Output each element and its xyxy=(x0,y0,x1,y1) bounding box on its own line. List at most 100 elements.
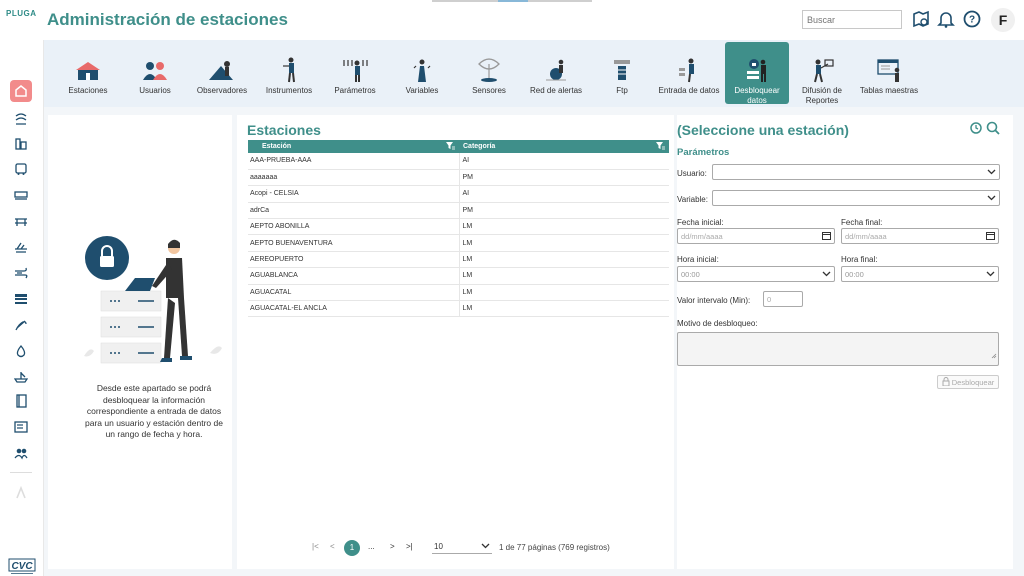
sidebar-item-book[interactable] xyxy=(10,390,32,412)
nav-item-difusion-de-reportes[interactable]: Difusión de Reportes xyxy=(790,42,854,105)
sidebar-item-wind[interactable] xyxy=(10,262,32,284)
variable-label: Variable: xyxy=(677,195,708,204)
top-header: PLUGA Administración de estaciones ? F xyxy=(0,0,1024,40)
sidebar-item-drop[interactable] xyxy=(10,340,32,362)
usuario-select[interactable] xyxy=(712,164,1000,180)
nav-item-desbloquear-datos[interactable]: Desbloquear datos xyxy=(725,42,789,105)
user-avatar[interactable]: F xyxy=(991,8,1015,32)
table-row[interactable]: AGUABLANCA LM xyxy=(248,267,669,285)
nav-item-ftp[interactable]: Ftp xyxy=(590,42,654,104)
calendar-icon[interactable] xyxy=(822,231,831,242)
table-row[interactable]: AGUACATAL-EL ANCLA LM xyxy=(248,300,669,318)
chevron-down-icon xyxy=(987,168,996,177)
table-row[interactable]: adrCa PM xyxy=(248,202,669,220)
sidebar-item-water[interactable] xyxy=(10,108,32,130)
table-row[interactable]: AAA-PRUEBA-AAA AI xyxy=(248,153,669,170)
table-row[interactable]: AEPTO ABONILLA LM xyxy=(248,218,669,236)
water-icon xyxy=(15,113,27,125)
bell-icon[interactable] xyxy=(936,9,956,29)
map-settings-icon[interactable] xyxy=(911,9,931,29)
sidebar-separator xyxy=(10,472,32,473)
nav-item-red-de-alertas[interactable]: Red de alertas xyxy=(524,42,588,104)
sidebar-item-bus[interactable] xyxy=(10,158,32,180)
pagination: |< < 1 ... > >| 10 1 de 77 páginas (769 … xyxy=(310,540,640,556)
sidebar-item-bridge[interactable] xyxy=(10,210,32,232)
table-row[interactable]: AGUACATAL LM xyxy=(248,284,669,302)
nav-item-variables[interactable]: Variables xyxy=(390,42,454,104)
search-icon[interactable] xyxy=(986,121,1000,135)
prev-page-button[interactable]: < xyxy=(330,542,335,551)
lock-icon xyxy=(942,376,950,388)
bridge-icon xyxy=(15,218,27,226)
page-size-value: 10 xyxy=(434,542,443,551)
unlock-button[interactable]: Desbloquear xyxy=(937,375,999,389)
current-page-button[interactable]: 1 xyxy=(344,540,360,556)
column-header-estacion[interactable]: Estación xyxy=(248,140,459,153)
nav-item-sensores[interactable]: Sensores xyxy=(457,42,521,104)
cvc-logo: CVC xyxy=(8,558,36,576)
calendar-icon[interactable] xyxy=(986,231,995,242)
sidebar-item-layers[interactable] xyxy=(10,288,32,310)
resize-handle-icon[interactable] xyxy=(991,346,997,364)
nav-item-usuarios[interactable]: Usuarios xyxy=(123,42,187,104)
sidebar-item-disabled xyxy=(10,482,32,504)
more-pages-button[interactable]: ... xyxy=(368,542,375,551)
stations-title: Estaciones xyxy=(247,122,321,138)
sidebar-item-form[interactable] xyxy=(10,416,32,438)
info-description: Desde este apartado se podrá desbloquear… xyxy=(85,383,223,439)
column-header-categoria[interactable]: Categoría xyxy=(459,140,669,153)
variable-select[interactable] xyxy=(712,190,1000,206)
sidebar-item-home[interactable] xyxy=(10,80,32,102)
last-page-button[interactable]: >| xyxy=(406,542,413,551)
nav-item-label: Red de alertas xyxy=(529,86,583,95)
unlock-button-label: Desbloquear xyxy=(951,377,995,387)
next-page-button[interactable]: > xyxy=(390,542,395,551)
sidebar-item-train[interactable] xyxy=(10,184,32,206)
help-icon[interactable]: ? xyxy=(962,9,982,29)
table-row[interactable]: AEREOPUERTO LM xyxy=(248,251,669,269)
fecha-inicial-input[interactable]: dd/mm/aaaa xyxy=(677,228,835,244)
app: PLUGA Administración de estaciones ? F xyxy=(0,0,1024,576)
cell-station: AGUACATAL xyxy=(248,284,459,302)
hora-inicial-select[interactable]: 00:00 xyxy=(677,266,835,282)
nav-item-label: Estaciones xyxy=(68,86,108,95)
sidebar-item-group[interactable] xyxy=(10,442,32,464)
svg-text:?: ? xyxy=(969,15,975,26)
nav-item-label: Difusión de Reportes xyxy=(801,86,843,105)
cvc-logo-text: CVC xyxy=(11,561,33,572)
intervalo-input[interactable]: 0 xyxy=(763,291,803,307)
sidebar-item-ship[interactable] xyxy=(10,366,32,388)
sidebar-item-plane[interactable] xyxy=(10,236,32,258)
bus-icon xyxy=(15,163,27,175)
table-row[interactable]: Acopi - CELSIA AI xyxy=(248,185,669,203)
ftp-icon xyxy=(590,52,654,84)
cell-station: AGUABLANCA xyxy=(248,267,459,285)
hora-final-select[interactable]: 00:00 xyxy=(841,266,999,282)
nav-item-observadores[interactable]: Observadores xyxy=(190,42,254,104)
filter-icon[interactable] xyxy=(656,142,665,152)
app-logo: PLUGA xyxy=(6,9,37,18)
nav-item-label: Instrumentos xyxy=(265,86,313,95)
table-row[interactable]: AEPTO BUENAVENTURA LM xyxy=(248,234,669,252)
nav-item-estaciones[interactable]: Estaciones xyxy=(56,42,120,104)
page-size-select[interactable]: 10 xyxy=(432,540,492,554)
master-tables-icon xyxy=(857,52,921,84)
nav-item-tablas-maestras[interactable]: Tablas maestras xyxy=(857,42,921,104)
nav-item-instrumentos[interactable]: Instrumentos xyxy=(257,42,321,104)
history-icon[interactable] xyxy=(969,121,983,135)
first-page-button[interactable]: |< xyxy=(312,542,319,551)
cell-station: AEPTO ABONILLA xyxy=(248,218,459,236)
nav-item-parametros[interactable]: Parámetros xyxy=(323,42,387,104)
chevron-down-icon xyxy=(987,194,996,203)
sidebar-item-buildings[interactable] xyxy=(10,132,32,154)
nav-item-label: Entrada de datos xyxy=(658,86,720,95)
link-icon xyxy=(15,320,27,331)
nav-item-entrada-de-datos[interactable]: Entrada de datos xyxy=(657,42,721,104)
table-row[interactable]: aaaaaaa PM xyxy=(248,169,669,187)
table-header-row: Estación Categoría xyxy=(248,140,669,153)
search-input[interactable] xyxy=(802,10,902,29)
fecha-final-input[interactable]: dd/mm/aaaa xyxy=(841,228,999,244)
sidebar-item-link[interactable] xyxy=(10,314,32,336)
motivo-textarea[interactable] xyxy=(677,332,999,366)
filter-icon[interactable] xyxy=(446,142,455,152)
